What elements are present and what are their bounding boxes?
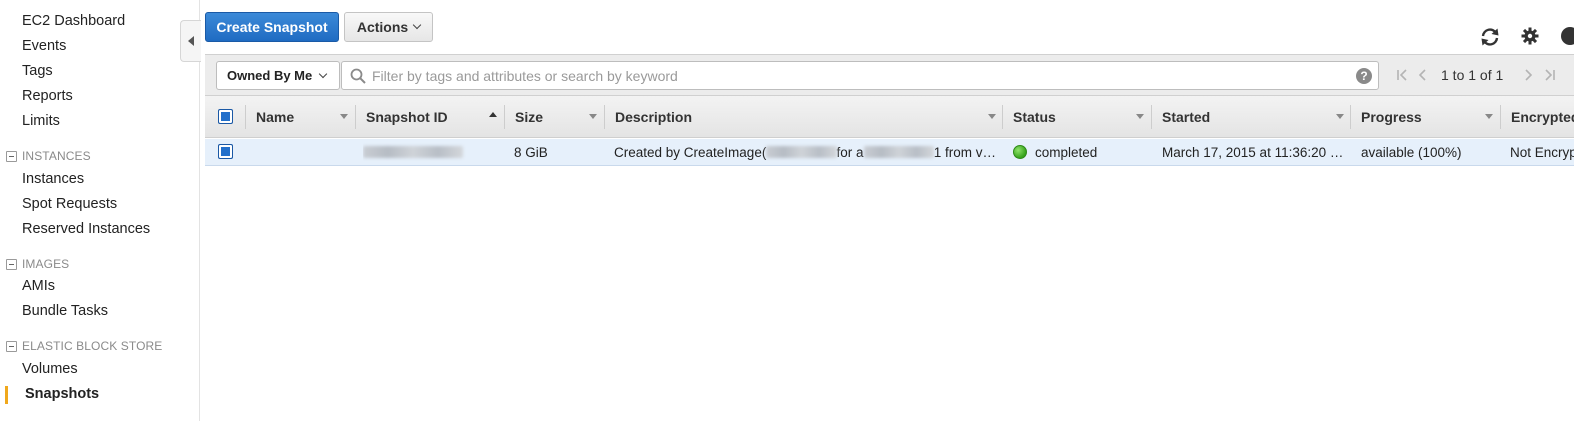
- cell-status: completed: [1013, 139, 1148, 165]
- create-snapshot-button[interactable]: Create Snapshot: [205, 12, 339, 42]
- sidebar-item-ec2-dashboard[interactable]: EC2 Dashboard: [22, 13, 125, 29]
- column-header-started[interactable]: Started: [1162, 96, 1210, 138]
- collapse-icon[interactable]: [6, 150, 17, 162]
- sidebar: EC2 Dashboard Events Tags Reports Limits…: [0, 0, 200, 421]
- owner-filter-label: Owned By Me: [227, 68, 313, 83]
- search-icon: [350, 68, 366, 84]
- sidebar-collapse-button[interactable]: [180, 20, 201, 62]
- column-divider: [1350, 105, 1351, 129]
- cell-size: 8 GiB: [514, 144, 548, 160]
- sidebar-collapse-icon: [188, 36, 194, 46]
- column-header-name[interactable]: Name: [256, 96, 294, 138]
- column-divider: [1002, 105, 1003, 129]
- section-title: ELASTIC BLOCK STORE: [22, 339, 163, 353]
- table-row[interactable]: 8 GiB Created by CreateImage( for a 1 fr…: [205, 139, 1574, 166]
- chevron-down-icon: [319, 69, 328, 78]
- sidebar-section-elastic-block-store: ELASTIC BLOCK STORE: [6, 339, 162, 353]
- sidebar-section-images: IMAGES: [6, 257, 69, 271]
- status-completed-icon: [1013, 145, 1027, 159]
- column-header-description[interactable]: Description: [615, 96, 692, 138]
- last-page-icon[interactable]: [1542, 68, 1556, 82]
- owner-filter-select[interactable]: Owned By Me: [216, 61, 340, 90]
- cell-description: Created by CreateImage( for a 1 from v…: [614, 144, 996, 160]
- column-header-encrypted[interactable]: Encrypted: [1511, 96, 1574, 138]
- section-title: IMAGES: [22, 257, 70, 271]
- column-menu-icon[interactable]: [340, 114, 348, 119]
- column-header-size[interactable]: Size: [515, 96, 543, 138]
- sidebar-item-limits[interactable]: Limits: [22, 113, 60, 129]
- next-page-icon[interactable]: [1522, 68, 1534, 82]
- sidebar-item-reserved-instances[interactable]: Reserved Instances: [22, 221, 150, 237]
- filter-bar: Owned By Me ? 1 to 1 of 1: [205, 54, 1574, 96]
- cell-snapshot-id: [363, 139, 498, 165]
- column-menu-icon[interactable]: [589, 114, 597, 119]
- cell-started: March 17, 2015 at 11:36:20 …: [1162, 144, 1344, 160]
- status-text: completed: [1035, 144, 1098, 160]
- pagination-text: 1 to 1 of 1: [1441, 67, 1504, 83]
- column-divider: [604, 105, 605, 129]
- help-icon[interactable]: [1560, 26, 1574, 46]
- cell-name: [256, 139, 351, 165]
- search-help-icon[interactable]: ?: [1356, 68, 1372, 84]
- column-divider: [1151, 105, 1152, 129]
- sidebar-item-volumes[interactable]: Volumes: [22, 361, 78, 377]
- sidebar-item-tags[interactable]: Tags: [22, 63, 53, 79]
- sidebar-section-instances: INSTANCES: [6, 149, 91, 163]
- collapse-icon[interactable]: [6, 340, 17, 352]
- column-menu-icon[interactable]: [988, 114, 996, 119]
- sidebar-item-bundle-tasks[interactable]: Bundle Tasks: [22, 303, 108, 319]
- actions-label: Actions: [356, 19, 409, 35]
- column-header-status[interactable]: Status: [1013, 96, 1056, 138]
- collapse-icon[interactable]: [6, 258, 17, 270]
- sidebar-item-amis[interactable]: AMIs: [22, 278, 55, 294]
- column-divider: [245, 105, 246, 129]
- search-box[interactable]: ?: [341, 61, 1379, 90]
- sidebar-item-instances[interactable]: Instances: [22, 171, 84, 187]
- sort-ascending-icon[interactable]: [489, 112, 497, 117]
- search-input[interactable]: [372, 62, 1332, 89]
- section-title: INSTANCES: [22, 149, 91, 163]
- refresh-icon[interactable]: [1479, 27, 1501, 47]
- cell-encrypted: Not Encrypted: [1510, 144, 1574, 160]
- chevron-down-icon: [412, 20, 422, 30]
- first-page-icon[interactable]: [1396, 68, 1410, 82]
- sidebar-item-snapshots[interactable]: Snapshots: [25, 386, 99, 402]
- column-menu-icon[interactable]: [1485, 114, 1493, 119]
- active-indicator: [5, 386, 8, 404]
- row-checkbox[interactable]: [218, 144, 233, 159]
- cell-progress: available (100%): [1361, 144, 1462, 160]
- redacted-snapshot-id: [363, 146, 463, 158]
- table-header: Name Snapshot ID Size Description Status…: [205, 96, 1574, 138]
- column-menu-icon[interactable]: [1336, 114, 1344, 119]
- sidebar-item-spot-requests[interactable]: Spot Requests: [22, 196, 117, 212]
- sidebar-item-reports[interactable]: Reports: [22, 88, 73, 104]
- gear-icon[interactable]: [1521, 27, 1539, 45]
- column-header-snapshot-id[interactable]: Snapshot ID: [366, 96, 448, 138]
- redacted-text: [766, 146, 837, 158]
- actions-button[interactable]: Actions: [344, 12, 433, 42]
- column-divider: [355, 105, 356, 129]
- column-divider: [504, 105, 505, 129]
- prev-page-icon[interactable]: [1417, 68, 1429, 82]
- column-header-progress[interactable]: Progress: [1361, 96, 1422, 138]
- sidebar-item-events[interactable]: Events: [22, 38, 66, 54]
- column-menu-icon[interactable]: [1136, 114, 1144, 119]
- column-divider: [1500, 105, 1501, 129]
- redacted-text: [863, 146, 934, 158]
- select-all-checkbox[interactable]: [218, 109, 233, 124]
